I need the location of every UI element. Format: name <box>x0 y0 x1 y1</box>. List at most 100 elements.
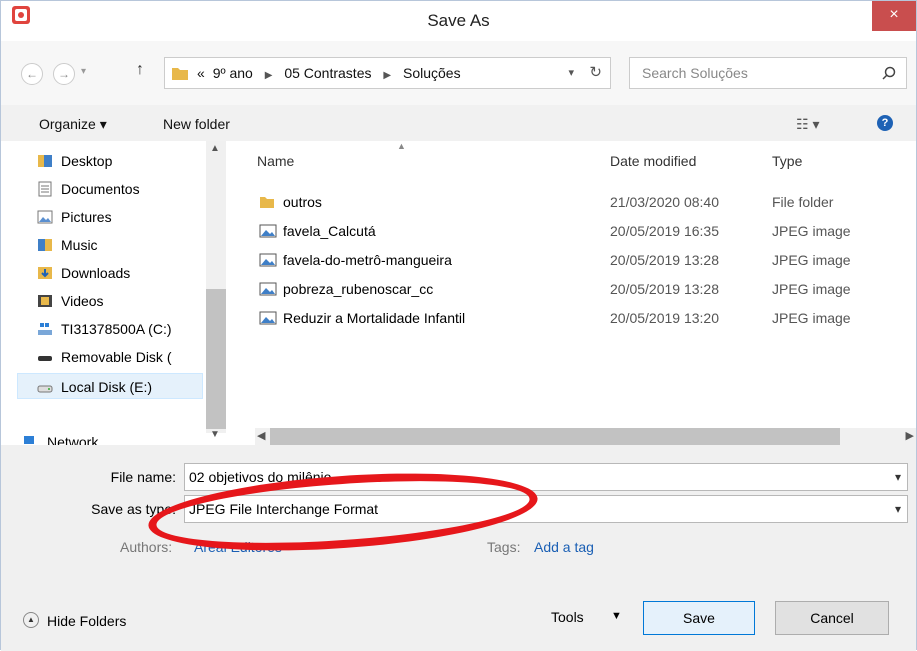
authors-label: Authors: <box>120 539 173 555</box>
pictures-icon <box>37 210 53 224</box>
scroll-down-icon[interactable]: ▼ <box>210 429 220 440</box>
view-options-button[interactable]: ☷ ▾ <box>796 116 819 133</box>
sidebar-item-label: Removable Disk ( <box>61 349 172 365</box>
file-row[interactable]: outros 21/03/2020 08:40 File folder <box>255 188 895 216</box>
network-icon <box>24 436 34 444</box>
file-name: outros <box>283 194 322 210</box>
sidebar-item-label: Documentos <box>61 181 140 197</box>
sidebar-item-music[interactable]: Music <box>37 232 98 258</box>
image-file-icon <box>259 224 277 238</box>
breadcrumb-item[interactable]: 05 Contrastes <box>284 65 371 81</box>
file-row[interactable]: favela-do-metrô-mangueira 20/05/2019 13:… <box>255 246 895 274</box>
cancel-button[interactable]: Cancel <box>775 601 889 635</box>
breadcrumb-item[interactable]: 9º ano <box>213 65 253 81</box>
image-file-icon <box>259 282 277 296</box>
help-icon[interactable]: ? <box>877 115 893 131</box>
forward-button[interactable]: → <box>53 63 75 85</box>
sidebar-item-documentos[interactable]: Documentos <box>37 176 140 202</box>
close-button[interactable]: × <box>872 1 916 31</box>
sidebar-item-label: Videos <box>61 293 104 309</box>
file-name: Reduzir a Mortalidade Infantil <box>283 310 466 326</box>
file-date: 21/03/2020 08:40 <box>610 194 719 210</box>
file-row[interactable]: favela_Calcutá 20/05/2019 16:35 JPEG ima… <box>255 217 895 245</box>
tags-value[interactable]: Add a tag <box>534 539 594 555</box>
title-bar: Save As × <box>1 1 916 41</box>
breadcrumb-separator-icon[interactable]: ▶ <box>265 70 273 81</box>
sidebar-item-local-disk-e[interactable]: Local Disk (E:) <box>17 373 203 399</box>
navigation-bar: ← → ▾ ↑ « 9º ano ▶ 05 Contrastes ▶ Soluç… <box>1 53 916 93</box>
file-row[interactable]: Reduzir a Mortalidade Infantil 20/05/201… <box>255 304 895 332</box>
sidebar-item-label: Pictures <box>61 209 112 225</box>
file-name: favela_Calcutá <box>283 223 376 239</box>
refresh-icon[interactable]: ↻ <box>589 63 602 81</box>
hide-folders-chevron-icon[interactable]: ▲ <box>23 612 39 628</box>
sidebar-item-label: Desktop <box>61 153 113 169</box>
recent-locations-chevron-icon[interactable]: ▾ <box>81 66 86 77</box>
search-icon[interactable] <box>882 66 896 80</box>
column-header-type[interactable]: Type <box>772 153 802 169</box>
documents-icon <box>38 181 52 197</box>
file-date: 20/05/2019 13:28 <box>610 252 719 268</box>
tools-button[interactable]: Tools <box>551 609 584 625</box>
file-type: JPEG image <box>772 252 851 268</box>
file-type: JPEG image <box>772 281 851 297</box>
music-icon <box>38 239 52 251</box>
scroll-up-icon[interactable]: ▲ <box>210 143 220 154</box>
system-drive-icon <box>38 323 52 335</box>
file-name: favela-do-metrô-mangueira <box>283 252 452 268</box>
save-as-type-dropdown-icon[interactable]: ▾ <box>895 496 901 522</box>
local-disk-icon <box>37 385 53 393</box>
folder-icon <box>260 197 274 208</box>
sidebar-item-downloads[interactable]: Downloads <box>37 260 130 286</box>
save-as-dialog: Save As × ← → ▾ ↑ « 9º ano ▶ 05 Contrast… <box>0 0 917 651</box>
search-input[interactable]: Search Soluções <box>629 57 907 89</box>
sort-ascending-icon: ▲ <box>397 141 406 151</box>
navigation-pane: Desktop Documentos Pictures Music Downlo… <box>1 141 227 445</box>
organize-button[interactable]: Organize ▾ <box>39 116 107 133</box>
new-folder-button[interactable]: New folder <box>163 116 230 132</box>
sidebar-item-network[interactable]: Network <box>23 429 98 445</box>
scroll-left-icon[interactable]: ◀ <box>257 429 265 442</box>
file-type: File folder <box>772 194 834 210</box>
up-button[interactable]: ↑ <box>136 61 144 79</box>
search-placeholder: Search Soluções <box>642 65 748 81</box>
file-list-scrollbar[interactable]: ◀ ▶ <box>255 428 916 445</box>
image-file-icon <box>259 253 277 267</box>
tags-label: Tags: <box>487 539 521 555</box>
hide-folders-button[interactable]: Hide Folders <box>47 613 126 629</box>
back-button[interactable]: ← <box>21 63 43 85</box>
sidebar-item-label: Network <box>47 434 99 445</box>
file-date: 20/05/2019 13:28 <box>610 281 719 297</box>
file-type: JPEG image <box>772 223 851 239</box>
file-date: 20/05/2019 13:20 <box>610 310 719 326</box>
sidebar-item-removable-disk[interactable]: Removable Disk ( <box>37 344 171 370</box>
breadcrumb-item[interactable]: Soluções <box>403 65 461 81</box>
scroll-right-icon[interactable]: ▶ <box>906 429 914 442</box>
file-list-scrollbar-thumb[interactable] <box>270 428 840 445</box>
image-file-icon <box>259 311 277 325</box>
file-date: 20/05/2019 16:35 <box>610 223 719 239</box>
file-name: pobreza_rubenoscar_cc <box>283 281 434 297</box>
videos-icon <box>38 295 52 307</box>
tools-dropdown-icon[interactable]: ▼ <box>611 610 622 622</box>
sidebar-item-desktop[interactable]: Desktop <box>37 148 112 174</box>
removable-disk-icon <box>38 356 52 361</box>
sidebar-item-videos[interactable]: Videos <box>37 288 104 314</box>
address-bar[interactable]: « 9º ano ▶ 05 Contrastes ▶ Soluções ▾ ↻ <box>164 57 611 89</box>
save-button[interactable]: Save <box>643 601 755 635</box>
column-header-date-modified[interactable]: Date modified <box>610 153 696 169</box>
address-dropdown-icon[interactable]: ▾ <box>568 66 574 79</box>
sidebar-item-label: Downloads <box>61 265 131 281</box>
sidebar-item-pictures[interactable]: Pictures <box>37 204 112 230</box>
sidebar-scrollbar-thumb[interactable] <box>206 289 226 429</box>
file-row[interactable]: pobreza_rubenoscar_cc 20/05/2019 13:28 J… <box>255 275 895 303</box>
sidebar-item-drive-c[interactable]: TI31378500A (C:) <box>37 316 172 342</box>
file-name-dropdown-icon[interactable]: ▾ <box>895 464 901 490</box>
window-title: Save As <box>427 11 490 30</box>
breadcrumb: « 9º ano ▶ 05 Contrastes ▶ Soluções <box>197 65 461 81</box>
file-name-label: File name: <box>110 469 176 485</box>
breadcrumb-overflow[interactable]: « <box>197 65 205 81</box>
breadcrumb-separator-icon[interactable]: ▶ <box>383 70 391 81</box>
column-header-name[interactable]: Name <box>257 153 294 169</box>
file-list: ▲ Name Date modified Type outros 21/03/2… <box>227 141 916 445</box>
